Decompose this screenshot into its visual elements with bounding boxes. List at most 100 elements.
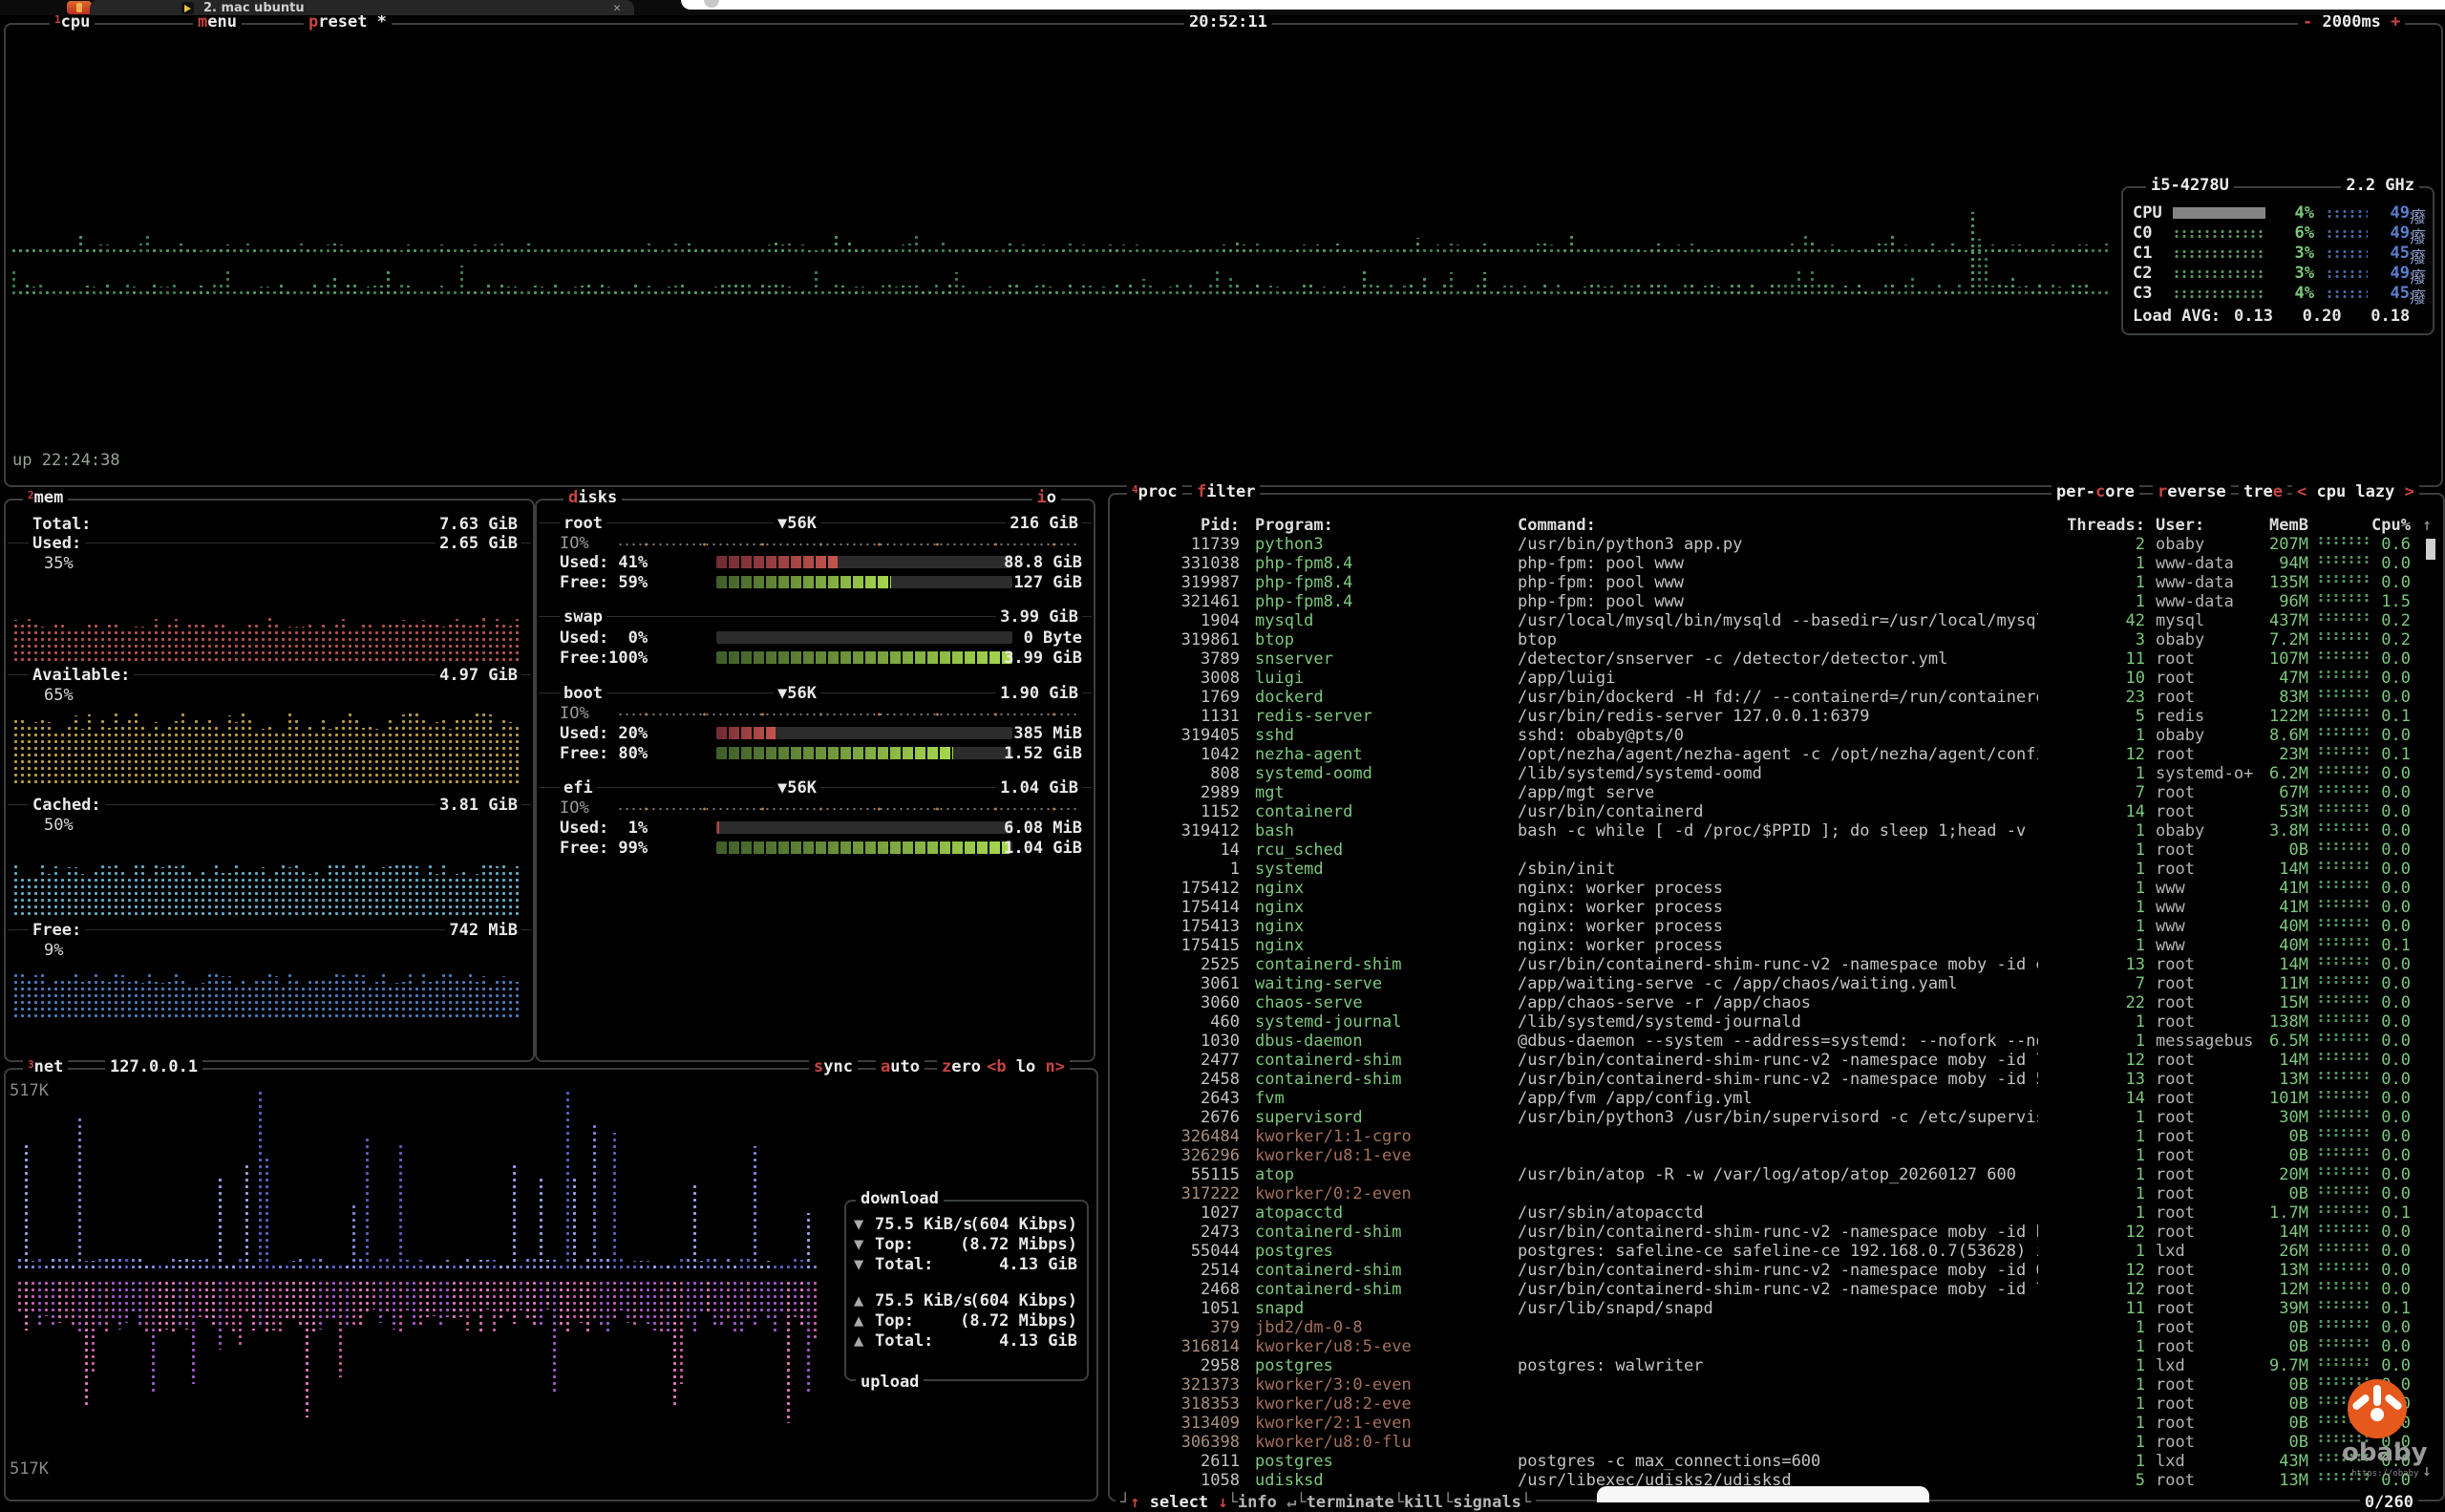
process-row[interactable]: 319405sshdsshd: obaby@pts/01obaby8.6M0.0 — [1112, 726, 2439, 745]
process-row[interactable]: 2477containerd-shim/usr/bin/containerd-s… — [1112, 1051, 2439, 1070]
process-row[interactable]: 2514containerd-shim/usr/bin/containerd-s… — [1112, 1261, 2439, 1280]
process-row[interactable]: 319987php-fpm8.4php-fpm: pool www1www-da… — [1112, 573, 2439, 592]
process-row[interactable]: 316814kworker/u8:5-eve1root0B0.0 — [1112, 1337, 2439, 1356]
menu-button[interactable]: menu — [193, 12, 242, 32]
net-interface-label[interactable]: 127.0.0.1 — [105, 1057, 202, 1076]
column-pid[interactable]: Pid: — [1116, 516, 1240, 535]
process-row[interactable]: 808systemd-oomd/lib/systemd/systemd-oomd… — [1112, 764, 2439, 783]
tree-toggle[interactable]: tree — [2239, 482, 2287, 501]
process-row[interactable]: 1systemd/sbin/init1root14M0.0 — [1112, 860, 2439, 879]
graph-column — [2037, 283, 2042, 296]
process-row[interactable]: 1152containerd/usr/bin/containerd14root5… — [1112, 802, 2439, 821]
info-hint[interactable]: info — [1238, 1493, 1277, 1512]
net-auto-button[interactable]: auto — [876, 1057, 925, 1076]
process-row[interactable]: 326296kworker/u8:1-eve1root0B0.0 — [1112, 1146, 2439, 1165]
process-row[interactable]: 1131redis-server/usr/bin/redis-server 12… — [1112, 707, 2439, 726]
process-row[interactable]: 3061waiting-serve/app/waiting-serve -c /… — [1112, 974, 2439, 993]
graph-column — [1161, 289, 1166, 296]
graph-column — [326, 245, 330, 254]
sort-selector[interactable]: < cpu lazy > — [2292, 482, 2419, 501]
column-command[interactable]: Command: — [1518, 516, 2038, 535]
graph-column — [47, 628, 52, 663]
process-row[interactable]: 379jbd2/dm-0-81root0B0.0 — [1112, 1318, 2439, 1337]
process-row[interactable]: 2611postgrespostgres -c max_connections=… — [1112, 1452, 2439, 1471]
process-threads: 1 — [2021, 1108, 2145, 1127]
column-memb[interactable]: MemB — [2222, 516, 2308, 535]
process-row[interactable]: 2473containerd-shim/usr/bin/containerd-s… — [1112, 1223, 2439, 1242]
process-threads: 1 — [2021, 1337, 2145, 1356]
process-row[interactable]: 175415nginxnginx: worker process1www40M0… — [1112, 936, 2439, 955]
update-rate-control[interactable]: - 2000ms + — [2298, 12, 2405, 32]
net-mode-selector[interactable]: <b lo n> — [982, 1057, 1070, 1076]
process-threads: 12 — [2021, 1261, 2145, 1280]
column-cpu[interactable]: Cpu% — [2353, 516, 2411, 535]
process-row[interactable]: 318353kworker/u8:2-eve1root0B0.0 — [1112, 1395, 2439, 1414]
per-core-toggle[interactable]: per-core — [2052, 482, 2139, 501]
process-row[interactable]: 175412nginxnginx: worker process1www41M0… — [1112, 879, 2439, 898]
process-row[interactable]: 11739python3/usr/bin/python3 app.py2obab… — [1112, 535, 2439, 554]
column-program[interactable]: Program: — [1255, 516, 1333, 535]
net-box-title[interactable]: 3net — [23, 1057, 68, 1076]
process-row[interactable]: 55115atop/usr/bin/atop -R -w /var/log/at… — [1112, 1165, 2439, 1184]
proc-box-title[interactable]: 4proc — [1127, 482, 1182, 501]
disk-entry-header[interactable]: boot▼56K1.90 GiB — [537, 684, 1094, 703]
process-row[interactable]: 319861btopbtop3obaby7.2M0.2 — [1112, 630, 2439, 650]
kill-hint[interactable]: kill — [1404, 1493, 1443, 1512]
reverse-toggle[interactable]: reverse — [2153, 482, 2231, 501]
process-row[interactable]: 175413nginxnginx: worker process1www40M0… — [1112, 917, 2439, 936]
process-row[interactable]: 317222kworker/0:2-even1root0B0.0 — [1112, 1184, 2439, 1203]
process-row[interactable]: 319412bashbash -c while [ -d /proc/$PPID… — [1112, 821, 2439, 841]
process-row[interactable]: 14rcu_sched1root0B0.0 — [1112, 841, 2439, 860]
process-row[interactable]: 326484kworker/1:1-cgro1root0B0.0 — [1112, 1127, 2439, 1146]
process-row[interactable]: 2643fvm/app/fvm /app/config.yml14root101… — [1112, 1089, 2439, 1108]
net-zero-button[interactable]: zero — [937, 1057, 986, 1076]
io-mode-button[interactable]: io — [1032, 488, 1062, 507]
filter-button[interactable]: filter — [1192, 482, 1260, 501]
process-row[interactable]: 1027atopacctd/usr/sbin/atopacctd1root1.7… — [1112, 1203, 2439, 1223]
process-row[interactable]: 175414nginxnginx: worker process1www41M0… — [1112, 898, 2439, 917]
process-row[interactable]: 321461php-fpm8.4php-fpm: pool www1www-da… — [1112, 592, 2439, 611]
process-row[interactable]: 313409kworker/2:1-even1root0B0.0 — [1112, 1414, 2439, 1433]
cpu-box-title[interactable]: 1cpu — [50, 12, 95, 32]
process-command: /usr/bin/containerd-shim-runc-v2 -namesp… — [1518, 1280, 2038, 1299]
process-row[interactable]: 331038php-fpm8.4php-fpm: pool www1www-da… — [1112, 554, 2439, 573]
graph-column — [659, 1263, 664, 1270]
select-hint[interactable]: select — [1150, 1493, 1208, 1512]
process-row[interactable]: 1769dockerd/usr/bin/dockerd -H fd:// --c… — [1112, 688, 2439, 707]
process-row[interactable]: 1030dbus-daemon@dbus-daemon --system --a… — [1112, 1032, 2439, 1051]
graph-column — [1255, 244, 1260, 254]
terminal-app-icon[interactable] — [67, 1, 92, 14]
column-threads[interactable]: Threads: — [2021, 516, 2145, 535]
process-row[interactable]: 3789snserver/detector/snserver -c /detec… — [1112, 650, 2439, 669]
mem-box-title[interactable]: 2mem — [23, 488, 68, 507]
process-row[interactable]: 2989mgt/app/mgt serve7root67M0.0 — [1112, 783, 2439, 802]
signals-hint[interactable]: signals — [1453, 1493, 1521, 1512]
net-sync-button[interactable]: sync — [809, 1057, 858, 1076]
process-row[interactable]: 2676supervisord/usr/bin/python3 /usr/bin… — [1112, 1108, 2439, 1127]
disk-entry-header[interactable]: root▼56K216 GiB — [537, 514, 1094, 533]
process-row[interactable]: 2958postgrespostgres: walwriter1lxd9.7M0… — [1112, 1356, 2439, 1375]
process-row[interactable]: 1904mysqld/usr/local/mysql/bin/mysqld --… — [1112, 611, 2439, 630]
disks-box-title[interactable]: disks — [563, 488, 622, 507]
process-row[interactable]: 460systemd-journal/lib/systemd/systemd-j… — [1112, 1012, 2439, 1032]
scrollbar-thumb[interactable] — [2426, 539, 2435, 560]
scroll-up-icon[interactable]: ↑ — [2422, 516, 2432, 535]
graph-column — [312, 245, 317, 254]
terminate-hint[interactable]: terminate — [1307, 1493, 1394, 1512]
process-row[interactable]: 321373kworker/3:0-even1root0B0.0 — [1112, 1375, 2439, 1395]
process-row[interactable]: 2458containerd-shim/usr/bin/containerd-s… — [1112, 1070, 2439, 1089]
process-row[interactable]: 2468containerd-shim/usr/bin/containerd-s… — [1112, 1280, 2439, 1299]
process-mem: 13M — [2222, 1070, 2308, 1089]
preset-button[interactable]: preset * — [304, 12, 392, 32]
process-row[interactable]: 3008luigi/app/luigi10root47M0.0 — [1112, 669, 2439, 688]
disk-entry-header[interactable]: swap3.99 GiB — [537, 607, 1094, 627]
tab-close-icon[interactable]: ✕ — [613, 1, 621, 15]
process-row[interactable]: 55044postgrespostgres: safeline-ce safel… — [1112, 1242, 2439, 1261]
process-row[interactable]: 1042nezha-agent/opt/nezha/agent/nezha-ag… — [1112, 745, 2439, 764]
terminal-tab[interactable]: 2. mac ubuntu ✕ — [90, 0, 634, 15]
process-row[interactable]: 3060chaos-serve/app/chaos-serve -r /app/… — [1112, 993, 2439, 1012]
process-row[interactable]: 2525containerd-shim/usr/bin/containerd-s… — [1112, 955, 2439, 974]
process-row[interactable]: 1051snapd/usr/lib/snapd/snapd11root39M0.… — [1112, 1299, 2439, 1318]
process-row[interactable]: 306398kworker/u8:0-flu1root0B0.0 — [1112, 1433, 2439, 1452]
disk-entry-header[interactable]: efi▼56K1.04 GiB — [537, 778, 1094, 798]
